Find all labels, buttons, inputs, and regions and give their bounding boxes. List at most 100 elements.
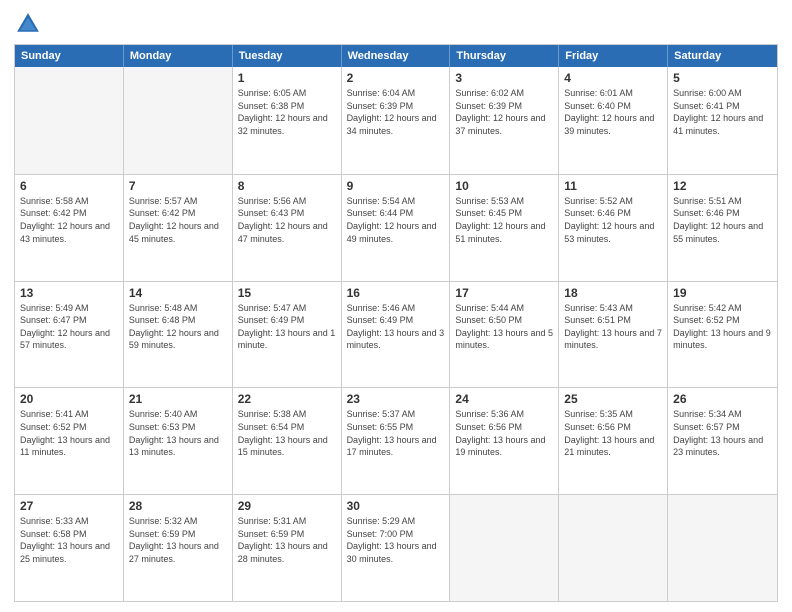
sunset-text: Sunset: 6:40 PM — [564, 101, 631, 111]
day-number: 24 — [455, 392, 553, 406]
sunrise-text: Sunrise: 5:58 AM — [20, 196, 89, 206]
weekday-header: Monday — [124, 45, 233, 67]
sunrise-text: Sunrise: 6:00 AM — [673, 88, 742, 98]
daylight-text: Daylight: 13 hours and 9 minutes. — [673, 328, 771, 351]
day-number: 28 — [129, 499, 227, 513]
sunset-text: Sunset: 6:57 PM — [673, 422, 740, 432]
daylight-text: Daylight: 12 hours and 45 minutes. — [129, 221, 219, 244]
calendar-cell: 2 Sunrise: 6:04 AM Sunset: 6:39 PM Dayli… — [342, 67, 451, 174]
day-info: Sunrise: 5:40 AM Sunset: 6:53 PM Dayligh… — [129, 408, 227, 458]
sunrise-text: Sunrise: 5:49 AM — [20, 303, 89, 313]
calendar-cell: 23 Sunrise: 5:37 AM Sunset: 6:55 PM Dayl… — [342, 388, 451, 494]
daylight-text: Daylight: 13 hours and 23 minutes. — [673, 435, 763, 458]
calendar-cell: 7 Sunrise: 5:57 AM Sunset: 6:42 PM Dayli… — [124, 175, 233, 281]
daylight-text: Daylight: 12 hours and 37 minutes. — [455, 113, 545, 136]
calendar-cell: 12 Sunrise: 5:51 AM Sunset: 6:46 PM Dayl… — [668, 175, 777, 281]
weekday-header: Thursday — [450, 45, 559, 67]
daylight-text: Daylight: 12 hours and 43 minutes. — [20, 221, 110, 244]
day-number: 21 — [129, 392, 227, 406]
daylight-text: Daylight: 13 hours and 7 minutes. — [564, 328, 662, 351]
day-info: Sunrise: 5:47 AM Sunset: 6:49 PM Dayligh… — [238, 302, 336, 352]
sunset-text: Sunset: 6:50 PM — [455, 315, 522, 325]
sunset-text: Sunset: 6:52 PM — [673, 315, 740, 325]
sunset-text: Sunset: 6:55 PM — [347, 422, 414, 432]
day-number: 29 — [238, 499, 336, 513]
sunset-text: Sunset: 6:59 PM — [129, 529, 196, 539]
day-info: Sunrise: 6:05 AM Sunset: 6:38 PM Dayligh… — [238, 87, 336, 137]
day-info: Sunrise: 5:54 AM Sunset: 6:44 PM Dayligh… — [347, 195, 445, 245]
daylight-text: Daylight: 13 hours and 13 minutes. — [129, 435, 219, 458]
calendar-cell: 18 Sunrise: 5:43 AM Sunset: 6:51 PM Dayl… — [559, 282, 668, 388]
day-number: 17 — [455, 286, 553, 300]
calendar: SundayMondayTuesdayWednesdayThursdayFrid… — [14, 44, 778, 602]
sunrise-text: Sunrise: 5:52 AM — [564, 196, 633, 206]
calendar-cell: 11 Sunrise: 5:52 AM Sunset: 6:46 PM Dayl… — [559, 175, 668, 281]
daylight-text: Daylight: 13 hours and 15 minutes. — [238, 435, 328, 458]
sunrise-text: Sunrise: 5:54 AM — [347, 196, 416, 206]
header — [14, 10, 778, 38]
calendar-cell: 1 Sunrise: 6:05 AM Sunset: 6:38 PM Dayli… — [233, 67, 342, 174]
sunset-text: Sunset: 6:52 PM — [20, 422, 87, 432]
day-info: Sunrise: 6:04 AM Sunset: 6:39 PM Dayligh… — [347, 87, 445, 137]
calendar-row: 27 Sunrise: 5:33 AM Sunset: 6:58 PM Dayl… — [15, 494, 777, 601]
day-number: 7 — [129, 179, 227, 193]
sunset-text: Sunset: 6:41 PM — [673, 101, 740, 111]
day-number: 27 — [20, 499, 118, 513]
sunset-text: Sunset: 6:56 PM — [564, 422, 631, 432]
day-number: 10 — [455, 179, 553, 193]
daylight-text: Daylight: 12 hours and 39 minutes. — [564, 113, 654, 136]
sunrise-text: Sunrise: 5:56 AM — [238, 196, 307, 206]
day-info: Sunrise: 5:52 AM Sunset: 6:46 PM Dayligh… — [564, 195, 662, 245]
sunset-text: Sunset: 6:58 PM — [20, 529, 87, 539]
calendar-cell — [450, 495, 559, 601]
calendar-cell: 10 Sunrise: 5:53 AM Sunset: 6:45 PM Dayl… — [450, 175, 559, 281]
calendar-cell — [124, 67, 233, 174]
day-number: 4 — [564, 71, 662, 85]
sunset-text: Sunset: 6:59 PM — [238, 529, 305, 539]
sunset-text: Sunset: 6:51 PM — [564, 315, 631, 325]
sunset-text: Sunset: 6:39 PM — [455, 101, 522, 111]
day-number: 11 — [564, 179, 662, 193]
sunrise-text: Sunrise: 5:41 AM — [20, 409, 89, 419]
day-number: 20 — [20, 392, 118, 406]
daylight-text: Daylight: 12 hours and 41 minutes. — [673, 113, 763, 136]
sunrise-text: Sunrise: 5:33 AM — [20, 516, 89, 526]
day-info: Sunrise: 5:56 AM Sunset: 6:43 PM Dayligh… — [238, 195, 336, 245]
day-info: Sunrise: 5:51 AM Sunset: 6:46 PM Dayligh… — [673, 195, 772, 245]
calendar-cell: 4 Sunrise: 6:01 AM Sunset: 6:40 PM Dayli… — [559, 67, 668, 174]
weekday-header: Tuesday — [233, 45, 342, 67]
calendar-cell — [559, 495, 668, 601]
day-number: 30 — [347, 499, 445, 513]
day-number: 15 — [238, 286, 336, 300]
daylight-text: Daylight: 12 hours and 47 minutes. — [238, 221, 328, 244]
sunrise-text: Sunrise: 5:48 AM — [129, 303, 198, 313]
daylight-text: Daylight: 12 hours and 51 minutes. — [455, 221, 545, 244]
sunrise-text: Sunrise: 5:46 AM — [347, 303, 416, 313]
calendar-cell: 29 Sunrise: 5:31 AM Sunset: 6:59 PM Dayl… — [233, 495, 342, 601]
sunrise-text: Sunrise: 5:29 AM — [347, 516, 416, 526]
sunset-text: Sunset: 6:45 PM — [455, 208, 522, 218]
sunset-text: Sunset: 6:44 PM — [347, 208, 414, 218]
daylight-text: Daylight: 12 hours and 53 minutes. — [564, 221, 654, 244]
sunset-text: Sunset: 6:56 PM — [455, 422, 522, 432]
sunset-text: Sunset: 7:00 PM — [347, 529, 414, 539]
daylight-text: Daylight: 12 hours and 49 minutes. — [347, 221, 437, 244]
page: SundayMondayTuesdayWednesdayThursdayFrid… — [0, 0, 792, 612]
sunrise-text: Sunrise: 6:02 AM — [455, 88, 524, 98]
day-info: Sunrise: 5:48 AM Sunset: 6:48 PM Dayligh… — [129, 302, 227, 352]
calendar-cell: 14 Sunrise: 5:48 AM Sunset: 6:48 PM Dayl… — [124, 282, 233, 388]
calendar-cell: 26 Sunrise: 5:34 AM Sunset: 6:57 PM Dayl… — [668, 388, 777, 494]
calendar-cell: 17 Sunrise: 5:44 AM Sunset: 6:50 PM Dayl… — [450, 282, 559, 388]
sunrise-text: Sunrise: 5:31 AM — [238, 516, 307, 526]
daylight-text: Daylight: 13 hours and 1 minute. — [238, 328, 336, 351]
sunrise-text: Sunrise: 5:53 AM — [455, 196, 524, 206]
day-number: 3 — [455, 71, 553, 85]
calendar-body: 1 Sunrise: 6:05 AM Sunset: 6:38 PM Dayli… — [15, 67, 777, 601]
daylight-text: Daylight: 13 hours and 3 minutes. — [347, 328, 445, 351]
calendar-cell — [668, 495, 777, 601]
daylight-text: Daylight: 12 hours and 55 minutes. — [673, 221, 763, 244]
sunrise-text: Sunrise: 6:05 AM — [238, 88, 307, 98]
calendar-cell: 8 Sunrise: 5:56 AM Sunset: 6:43 PM Dayli… — [233, 175, 342, 281]
day-number: 22 — [238, 392, 336, 406]
calendar-cell: 22 Sunrise: 5:38 AM Sunset: 6:54 PM Dayl… — [233, 388, 342, 494]
